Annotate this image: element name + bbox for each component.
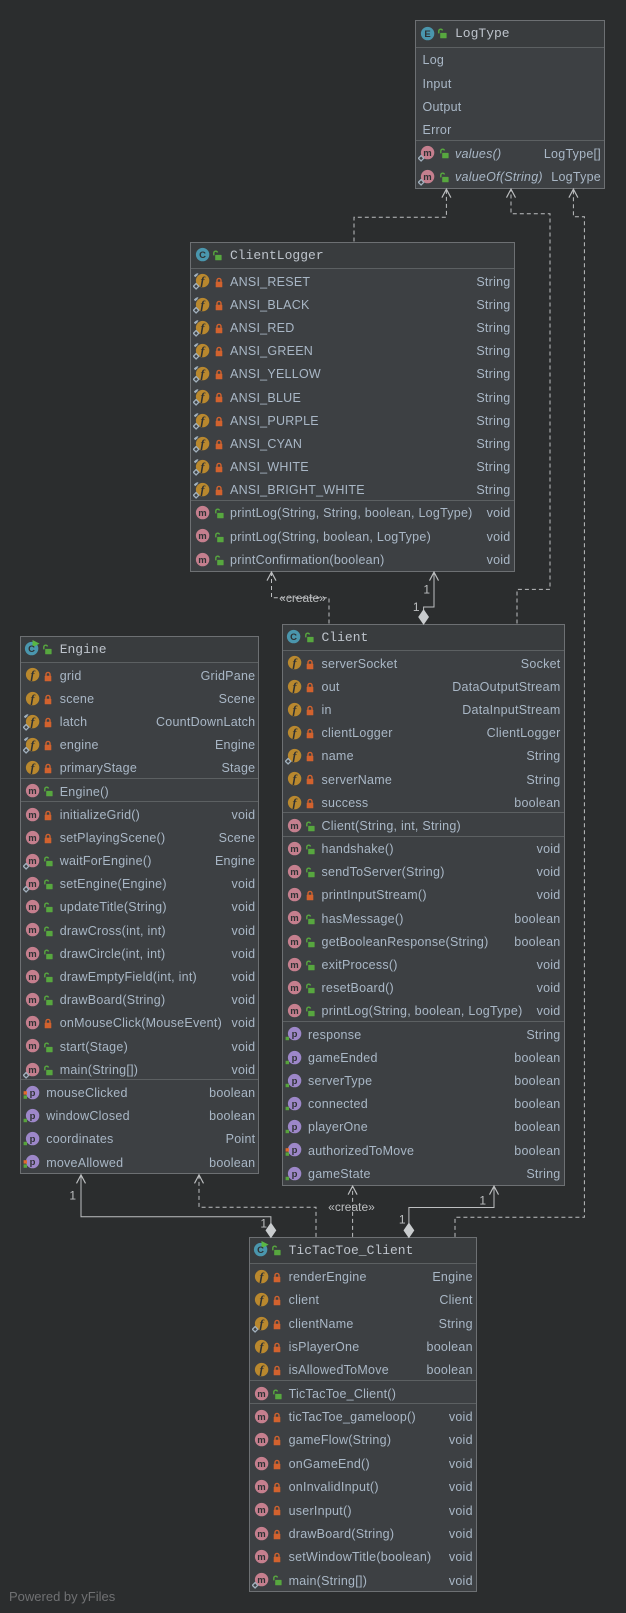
- svg-text:f: f: [292, 772, 297, 786]
- svg-text:p: p: [291, 1076, 297, 1087]
- svg-text:m: m: [28, 810, 37, 821]
- svg-text:f: f: [200, 367, 205, 381]
- svg-text:f: f: [200, 320, 205, 334]
- svg-text:1: 1: [479, 1194, 486, 1208]
- svg-text:1: 1: [423, 583, 430, 597]
- svg-text:m: m: [290, 867, 299, 878]
- svg-text:m: m: [290, 983, 299, 994]
- svg-text:p: p: [291, 1099, 297, 1110]
- svg-text:m: m: [290, 844, 299, 855]
- svg-text:f: f: [200, 390, 205, 404]
- svg-text:m: m: [28, 833, 37, 844]
- svg-text:m: m: [257, 1529, 266, 1540]
- svg-text:m: m: [28, 1018, 37, 1029]
- svg-text:f: f: [292, 795, 297, 809]
- svg-text:p: p: [29, 1157, 35, 1168]
- svg-text:m: m: [28, 949, 37, 960]
- svg-text:m: m: [28, 995, 37, 1006]
- svg-text:p: p: [29, 1134, 35, 1145]
- svg-text:f: f: [200, 274, 205, 288]
- svg-text:f: f: [200, 297, 205, 311]
- svg-text:m: m: [290, 913, 299, 924]
- svg-text:«create»: «create»: [279, 591, 326, 605]
- svg-text:m: m: [257, 1505, 266, 1516]
- svg-text:f: f: [292, 679, 297, 693]
- svg-text:m: m: [28, 1065, 37, 1076]
- svg-text:f: f: [30, 691, 35, 705]
- svg-text:m: m: [257, 1482, 266, 1493]
- svg-text:f: f: [200, 413, 205, 427]
- svg-text:m: m: [423, 148, 432, 159]
- svg-text:m: m: [28, 902, 37, 913]
- svg-text:f: f: [292, 702, 297, 716]
- svg-text:m: m: [28, 1041, 37, 1052]
- svg-text:m: m: [257, 1575, 266, 1586]
- svg-text:m: m: [198, 531, 207, 542]
- svg-text:m: m: [28, 879, 37, 890]
- svg-text:m: m: [290, 960, 299, 971]
- svg-text:m: m: [257, 1412, 266, 1423]
- svg-text:p: p: [291, 1029, 297, 1040]
- svg-text:f: f: [200, 460, 205, 474]
- svg-text:f: f: [259, 1293, 264, 1307]
- svg-text:«create»: «create»: [328, 1200, 375, 1214]
- svg-text:m: m: [290, 821, 299, 832]
- svg-text:C: C: [28, 644, 35, 655]
- svg-text:m: m: [28, 856, 37, 867]
- svg-text:f: f: [30, 714, 35, 728]
- svg-text:f: f: [200, 436, 205, 450]
- svg-text:f: f: [292, 656, 297, 670]
- svg-text:1: 1: [413, 600, 420, 614]
- svg-text:1: 1: [69, 1189, 76, 1203]
- svg-text:f: f: [292, 749, 297, 763]
- svg-text:f: f: [30, 738, 35, 752]
- svg-text:f: f: [259, 1316, 264, 1330]
- svg-text:C: C: [199, 250, 206, 261]
- svg-text:p: p: [29, 1088, 35, 1099]
- svg-text:m: m: [257, 1435, 266, 1446]
- svg-text:m: m: [28, 786, 37, 797]
- svg-text:m: m: [290, 1006, 299, 1017]
- svg-text:m: m: [198, 555, 207, 566]
- svg-text:m: m: [423, 172, 432, 183]
- svg-text:f: f: [259, 1363, 264, 1377]
- svg-text:p: p: [29, 1111, 35, 1122]
- svg-text:m: m: [290, 937, 299, 948]
- svg-text:m: m: [257, 1389, 266, 1400]
- svg-text:p: p: [291, 1053, 297, 1064]
- svg-text:m: m: [28, 972, 37, 983]
- svg-text:m: m: [257, 1552, 266, 1563]
- svg-text:f: f: [259, 1340, 264, 1354]
- svg-text:f: f: [30, 668, 35, 682]
- svg-text:f: f: [292, 726, 297, 740]
- svg-text:p: p: [291, 1145, 297, 1156]
- svg-text:p: p: [291, 1122, 297, 1133]
- svg-text:1: 1: [399, 1213, 406, 1227]
- svg-text:E: E: [424, 29, 430, 40]
- svg-text:f: f: [30, 761, 35, 775]
- svg-text:p: p: [291, 1169, 297, 1180]
- svg-text:f: f: [200, 483, 205, 497]
- svg-text:1: 1: [260, 1217, 267, 1231]
- svg-text:m: m: [28, 925, 37, 936]
- svg-text:f: f: [200, 344, 205, 358]
- svg-text:C: C: [257, 1245, 264, 1256]
- svg-text:m: m: [257, 1459, 266, 1470]
- svg-text:m: m: [290, 890, 299, 901]
- svg-text:C: C: [290, 632, 297, 643]
- svg-text:f: f: [259, 1269, 264, 1283]
- svg-text:m: m: [198, 508, 207, 519]
